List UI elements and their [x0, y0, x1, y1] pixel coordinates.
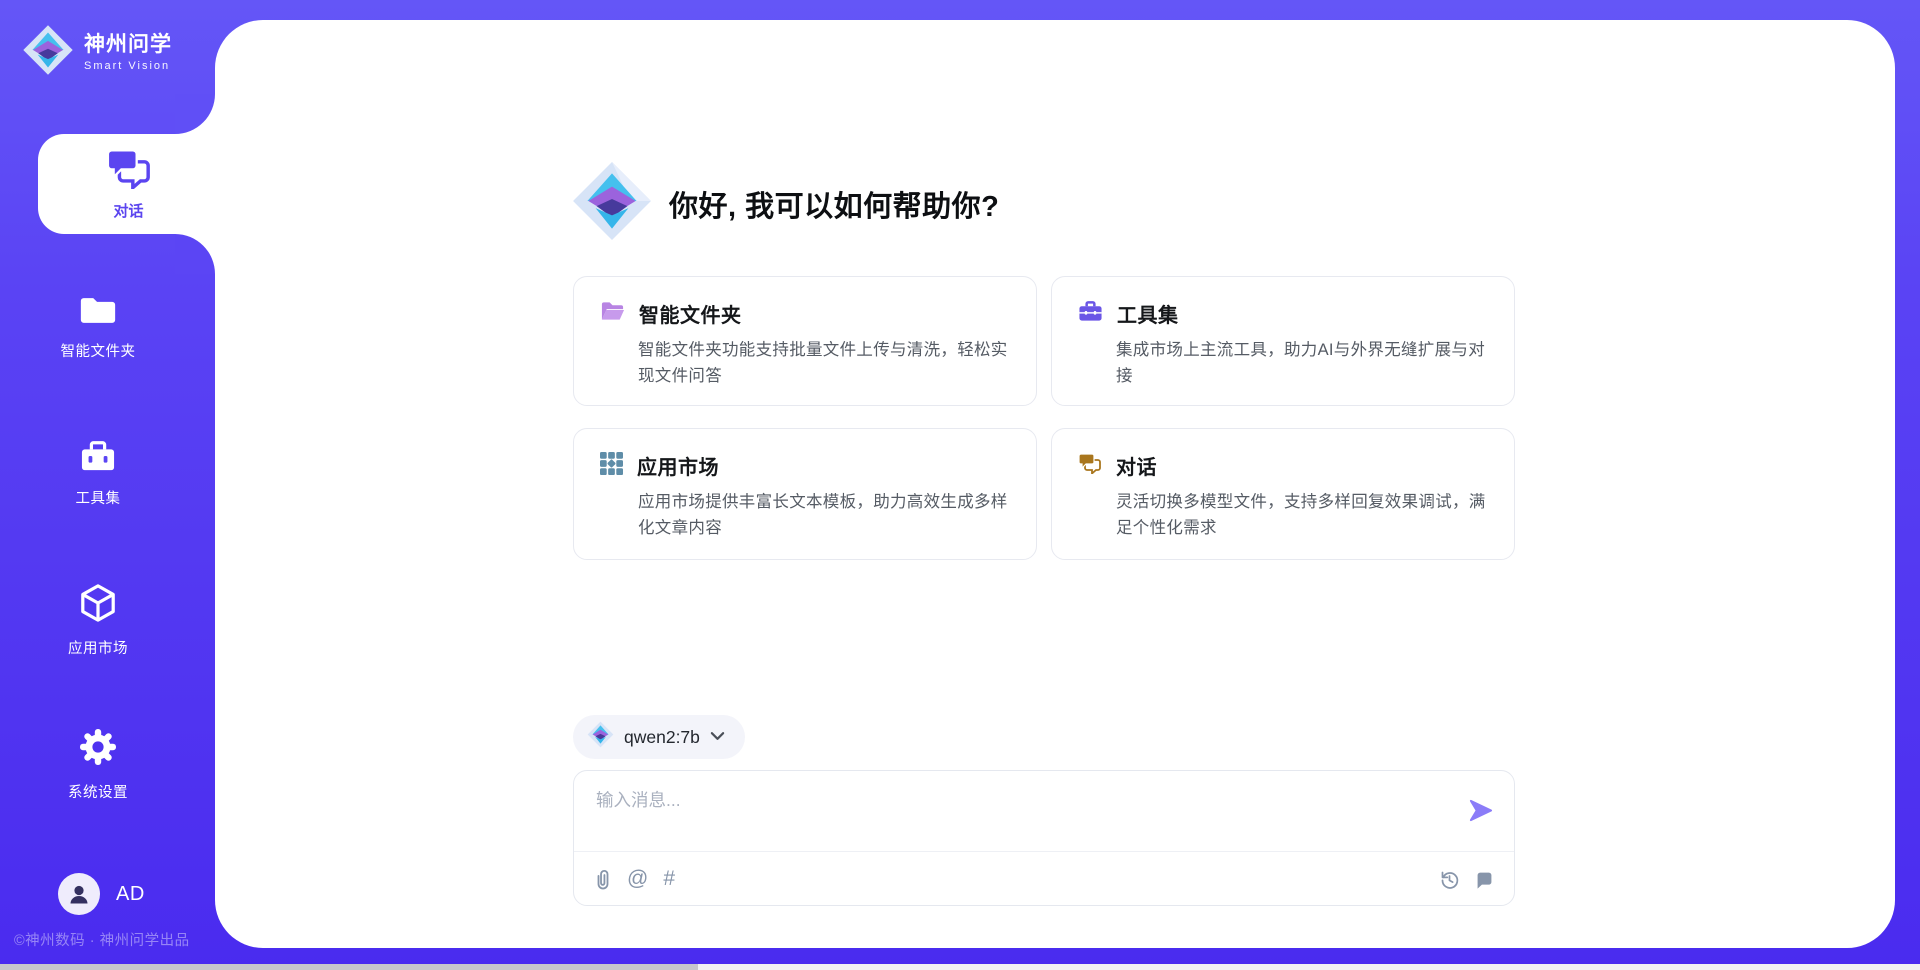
folder-open-icon	[600, 300, 625, 327]
diamond-logo-icon	[571, 160, 653, 247]
diamond-logo-icon	[587, 721, 614, 753]
mention-icon[interactable]: @	[627, 867, 648, 891]
chat-bubbles-icon	[1078, 453, 1102, 479]
card-description: 集成市场上主流工具，助力AI与外界无缝扩展与对接	[1116, 338, 1494, 389]
sidebar-item-label: 应用市场	[68, 637, 128, 658]
card-description: 智能文件夹功能支持批量文件上传与清洗，轻松实现文件问答	[638, 338, 1016, 389]
model-name: qwen2:7b	[624, 727, 700, 748]
card-smart-folder[interactable]: 智能文件夹 智能文件夹功能支持批量文件上传与清洗，轻松实现文件问答	[573, 276, 1037, 406]
user-name: AD	[116, 883, 145, 906]
tab-notch-top	[175, 94, 215, 134]
card-description: 应用市场提供丰富长文本模板，助力高效生成多样化文章内容	[638, 490, 1016, 541]
card-title: 智能文件夹	[639, 299, 742, 328]
sidebar-footer: ©神州数码 · 神州问学出品	[14, 929, 204, 950]
sidebar-item-toolset[interactable]: 工具集	[0, 429, 196, 517]
grid-icon	[600, 452, 623, 480]
send-icon[interactable]	[1467, 797, 1494, 829]
user-profile[interactable]: AD	[58, 873, 145, 915]
model-selector[interactable]: qwen2:7b	[573, 715, 745, 759]
hash-icon[interactable]: #	[663, 867, 675, 891]
brand-logo: 神州问学 Smart Vision	[22, 24, 172, 81]
sidebar-item-label: 智能文件夹	[61, 340, 136, 361]
card-title: 对话	[1116, 451, 1157, 480]
card-title: 应用市场	[637, 451, 719, 480]
composer-toolbar: @ #	[574, 852, 1514, 906]
sidebar-item-settings[interactable]: 系统设置	[0, 720, 196, 808]
main-content-area: 你好, 我可以如何帮助你? 智能文件夹 智能文件夹功能支持批量文件上传与清洗，轻…	[215, 20, 1895, 948]
greeting-row: 你好, 我可以如何帮助你?	[571, 160, 999, 247]
greeting-title: 你好, 我可以如何帮助你?	[669, 183, 999, 225]
card-toolset[interactable]: 工具集 集成市场上主流工具，助力AI与外界无缝扩展与对接	[1051, 276, 1515, 406]
avatar	[58, 873, 100, 915]
toolbox-icon	[78, 439, 118, 478]
chevron-down-icon	[710, 728, 725, 746]
attach-icon[interactable]	[594, 868, 612, 891]
sidebar-item-chat[interactable]: 对话	[38, 134, 219, 234]
scrollbar-thumb[interactable]	[0, 964, 698, 970]
sidebar-item-label: 对话	[113, 200, 143, 221]
cube-icon	[79, 583, 117, 628]
card-title: 工具集	[1117, 299, 1179, 328]
diamond-logo-icon	[22, 24, 74, 81]
card-description: 灵活切换多模型文件，支持多样回复效果调试，满足个性化需求	[1116, 490, 1494, 541]
folder-icon	[78, 293, 118, 331]
sidebar-item-app-market[interactable]: 应用市场	[0, 576, 196, 664]
sidebar-item-smart-folder[interactable]: 智能文件夹	[0, 283, 196, 371]
message-input[interactable]	[596, 787, 1436, 845]
card-chat[interactable]: 对话 灵活切换多模型文件，支持多样回复效果调试，满足个性化需求	[1051, 428, 1515, 560]
tab-notch-bottom	[175, 234, 215, 274]
brand-subtitle: Smart Vision	[84, 60, 172, 72]
sidebar-item-label: 工具集	[76, 487, 121, 508]
horizontal-scrollbar[interactable]	[0, 964, 1920, 970]
brand-name: 神州问学	[84, 33, 172, 56]
card-app-market[interactable]: 应用市场 应用市场提供丰富长文本模板，助力高效生成多样化文章内容	[573, 428, 1037, 560]
sidebar-item-label: 系统设置	[68, 781, 128, 802]
briefcase-icon	[1078, 300, 1103, 327]
message-composer: @ #	[573, 770, 1515, 906]
gear-icon	[78, 727, 118, 772]
chat-icon[interactable]	[1475, 870, 1494, 889]
chat-bubbles-icon	[106, 148, 152, 194]
feature-cards-grid: 智能文件夹 智能文件夹功能支持批量文件上传与清洗，轻松实现文件问答 工具集 集成…	[573, 276, 1515, 560]
person-icon	[67, 882, 91, 906]
history-icon[interactable]	[1439, 869, 1460, 890]
